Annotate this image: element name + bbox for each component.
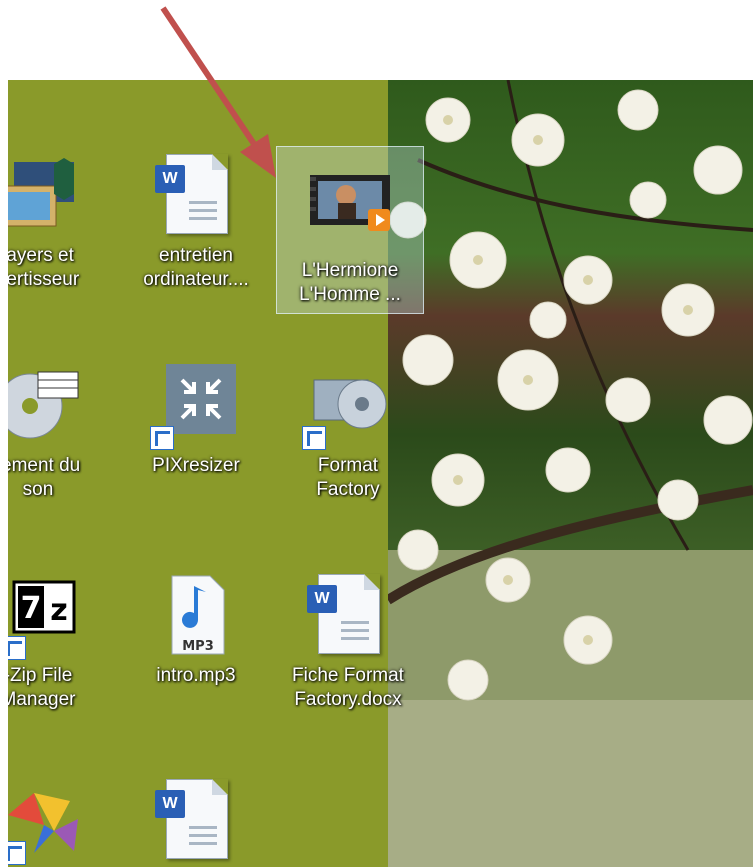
desktop-icon-intro[interactable]: MP3 intro.mp3 xyxy=(126,570,266,688)
icon-label: Format Factory xyxy=(316,455,380,500)
shortcut-arrow-icon xyxy=(8,841,26,865)
svg-text:z: z xyxy=(50,593,67,628)
pixresizer-icon xyxy=(150,360,240,450)
word-document-icon: W xyxy=(152,775,240,863)
icon-label: Fiche Format Factory.docx xyxy=(292,665,404,710)
desktop-icon-fiche[interactable]: W Fiche Format Factory.docx xyxy=(278,570,418,712)
desktop-icon-7zip[interactable]: 7 z -Zip File Manager xyxy=(8,570,108,712)
desktop-icon-pixresizer[interactable]: PIXresizer xyxy=(126,360,266,478)
word-document-icon: W xyxy=(304,570,392,658)
wallpaper-photo xyxy=(388,80,753,867)
icon-label: L'Hermione L'Homme ... xyxy=(299,260,401,305)
video-file-icon xyxy=(306,165,394,253)
cd-music-icon xyxy=(8,360,82,448)
shortcut-arrow-icon xyxy=(150,426,174,450)
mp3-file-icon: MP3 xyxy=(152,570,240,658)
icon-label: intro.mp3 xyxy=(156,665,236,686)
media-players-icon xyxy=(8,150,82,238)
desktop-icon-players[interactable]: layers et vertisseur xyxy=(8,150,108,292)
colorful-app-icon xyxy=(8,775,82,865)
desktop: layers et vertisseur W entretien ordinat… xyxy=(8,80,753,867)
desktop-icon-doc4[interactable]: W xyxy=(126,775,266,863)
shortcut-arrow-icon xyxy=(302,426,326,450)
format-factory-icon xyxy=(302,360,392,450)
icon-label: PIXresizer xyxy=(152,455,240,476)
desktop-icon-entretien[interactable]: W entretien ordinateur.... xyxy=(126,150,266,292)
desktop-icon-colorful[interactable] xyxy=(8,775,108,865)
icon-label: layers et vertisseur xyxy=(8,245,80,290)
icon-label: entretien ordinateur.... xyxy=(143,245,249,290)
icon-label: tement du son xyxy=(8,455,81,500)
desktop-icon-hermione[interactable]: L'Hermione L'Homme ... xyxy=(276,146,424,314)
svg-text:MP3: MP3 xyxy=(182,639,214,654)
svg-text:7: 7 xyxy=(21,591,42,626)
desktop-icon-traitement[interactable]: tement du son xyxy=(8,360,108,502)
word-document-icon: W xyxy=(152,150,240,238)
seven-zip-icon: 7 z xyxy=(8,570,82,660)
desktop-icon-formatfactory[interactable]: Format Factory xyxy=(278,360,418,502)
icon-label: -Zip File Manager xyxy=(8,665,76,710)
shortcut-arrow-icon xyxy=(8,636,26,660)
top-margin xyxy=(0,0,753,80)
dogwood-blossom-wallpaper xyxy=(388,80,753,867)
